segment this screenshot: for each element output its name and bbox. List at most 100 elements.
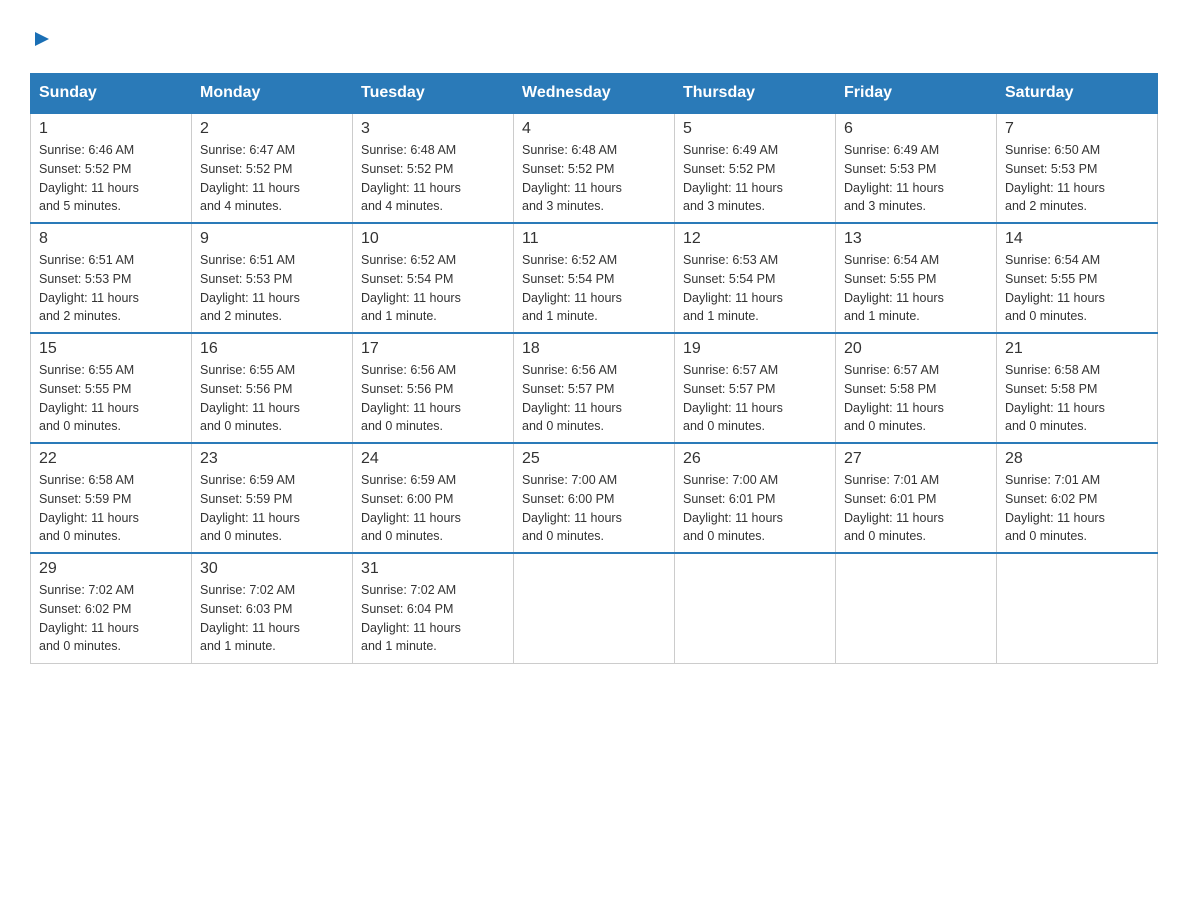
calendar-cell: 29 Sunrise: 7:02 AMSunset: 6:02 PMDayligh… [31,553,192,663]
calendar-week-row: 22 Sunrise: 6:58 AMSunset: 5:59 PMDayligh… [31,443,1158,553]
day-info: Sunrise: 6:51 AMSunset: 5:53 PMDaylight:… [39,251,183,326]
calendar-cell: 24 Sunrise: 6:59 AMSunset: 6:00 PMDayligh… [353,443,514,553]
calendar-cell: 12 Sunrise: 6:53 AMSunset: 5:54 PMDayligh… [675,223,836,333]
day-number: 20 [844,340,988,358]
calendar-cell: 1 Sunrise: 6:46 AMSunset: 5:52 PMDaylight… [31,113,192,223]
calendar-cell: 21 Sunrise: 6:58 AMSunset: 5:58 PMDayligh… [997,333,1158,443]
calendar-cell: 14 Sunrise: 6:54 AMSunset: 5:55 PMDayligh… [997,223,1158,333]
day-number: 18 [522,340,666,358]
col-header-monday: Monday [192,74,353,114]
day-number: 28 [1005,450,1149,468]
day-number: 22 [39,450,183,468]
day-info: Sunrise: 6:58 AMSunset: 5:59 PMDaylight:… [39,471,183,546]
col-header-tuesday: Tuesday [353,74,514,114]
day-number: 1 [39,120,183,138]
day-info: Sunrise: 6:46 AMSunset: 5:52 PMDaylight:… [39,141,183,216]
day-info: Sunrise: 6:53 AMSunset: 5:54 PMDaylight:… [683,251,827,326]
calendar-week-row: 29 Sunrise: 7:02 AMSunset: 6:02 PMDayligh… [31,553,1158,663]
col-header-sunday: Sunday [31,74,192,114]
day-number: 4 [522,120,666,138]
day-info: Sunrise: 6:52 AMSunset: 5:54 PMDaylight:… [361,251,505,326]
page-header [30,20,1158,53]
day-number: 16 [200,340,344,358]
col-header-friday: Friday [836,74,997,114]
day-info: Sunrise: 7:00 AMSunset: 6:00 PMDaylight:… [522,471,666,546]
day-number: 17 [361,340,505,358]
day-info: Sunrise: 6:58 AMSunset: 5:58 PMDaylight:… [1005,361,1149,436]
calendar-cell: 19Sunrise: 6:57 AMSunset: 5:57 PMDayligh… [675,333,836,443]
day-number: 8 [39,230,183,248]
calendar-cell [836,553,997,663]
day-info: Sunrise: 6:59 AMSunset: 6:00 PMDaylight:… [361,471,505,546]
day-info: Sunrise: 6:48 AMSunset: 5:52 PMDaylight:… [522,141,666,216]
day-info: Sunrise: 6:55 AMSunset: 5:55 PMDaylight:… [39,361,183,436]
calendar-cell: 18 Sunrise: 6:56 AMSunset: 5:57 PMDayligh… [514,333,675,443]
col-header-thursday: Thursday [675,74,836,114]
calendar-cell: 13 Sunrise: 6:54 AMSunset: 5:55 PMDayligh… [836,223,997,333]
logo-arrow-icon [33,30,51,53]
calendar-cell: 31 Sunrise: 7:02 AMSunset: 6:04 PMDayligh… [353,553,514,663]
day-info: Sunrise: 6:55 AMSunset: 5:56 PMDaylight:… [200,361,344,436]
day-info: Sunrise: 7:00 AMSunset: 6:01 PMDaylight:… [683,471,827,546]
day-number: 2 [200,120,344,138]
day-info: Sunrise: 6:52 AMSunset: 5:54 PMDaylight:… [522,251,666,326]
calendar-cell: 26 Sunrise: 7:00 AMSunset: 6:01 PMDayligh… [675,443,836,553]
day-info: Sunrise: 7:01 AMSunset: 6:02 PMDaylight:… [1005,471,1149,546]
day-number: 24 [361,450,505,468]
calendar-cell: 28 Sunrise: 7:01 AMSunset: 6:02 PMDayligh… [997,443,1158,553]
day-number: 6 [844,120,988,138]
calendar-cell: 22 Sunrise: 6:58 AMSunset: 5:59 PMDayligh… [31,443,192,553]
day-number: 10 [361,230,505,248]
day-info: Sunrise: 6:56 AMSunset: 5:56 PMDaylight:… [361,361,505,436]
day-number: 21 [1005,340,1149,358]
day-number: 26 [683,450,827,468]
day-info: Sunrise: 7:02 AMSunset: 6:04 PMDaylight:… [361,581,505,656]
day-number: 15 [39,340,183,358]
day-number: 12 [683,230,827,248]
calendar-cell: 16 Sunrise: 6:55 AMSunset: 5:56 PMDayligh… [192,333,353,443]
day-info: Sunrise: 6:54 AMSunset: 5:55 PMDaylight:… [1005,251,1149,326]
calendar-cell: 27Sunrise: 7:01 AMSunset: 6:01 PMDayligh… [836,443,997,553]
calendar-cell [675,553,836,663]
day-number: 13 [844,230,988,248]
day-number: 3 [361,120,505,138]
calendar-cell: 2 Sunrise: 6:47 AMSunset: 5:52 PMDaylight… [192,113,353,223]
day-info: Sunrise: 6:50 AMSunset: 5:53 PMDaylight:… [1005,141,1149,216]
day-info: Sunrise: 6:54 AMSunset: 5:55 PMDaylight:… [844,251,988,326]
calendar-cell: 3 Sunrise: 6:48 AMSunset: 5:52 PMDaylight… [353,113,514,223]
calendar-cell: 17 Sunrise: 6:56 AMSunset: 5:56 PMDayligh… [353,333,514,443]
calendar-table: SundayMondayTuesdayWednesdayThursdayFrid… [30,73,1158,664]
day-number: 5 [683,120,827,138]
day-info: Sunrise: 6:48 AMSunset: 5:52 PMDaylight:… [361,141,505,216]
day-info: Sunrise: 6:57 AMSunset: 5:57 PMDaylight:… [683,361,827,436]
calendar-cell: 5Sunrise: 6:49 AMSunset: 5:52 PMDaylight… [675,113,836,223]
day-info: Sunrise: 6:59 AMSunset: 5:59 PMDaylight:… [200,471,344,546]
day-info: Sunrise: 7:02 AMSunset: 6:03 PMDaylight:… [200,581,344,656]
day-number: 14 [1005,230,1149,248]
day-info: Sunrise: 6:49 AMSunset: 5:53 PMDaylight:… [844,141,988,216]
calendar-week-row: 8 Sunrise: 6:51 AMSunset: 5:53 PMDaylight… [31,223,1158,333]
day-number: 25 [522,450,666,468]
day-number: 31 [361,560,505,578]
calendar-cell [997,553,1158,663]
calendar-cell: 23Sunrise: 6:59 AMSunset: 5:59 PMDayligh… [192,443,353,553]
calendar-cell: 15 Sunrise: 6:55 AMSunset: 5:55 PMDayligh… [31,333,192,443]
col-header-wednesday: Wednesday [514,74,675,114]
calendar-cell: 6 Sunrise: 6:49 AMSunset: 5:53 PMDaylight… [836,113,997,223]
calendar-header-row: SundayMondayTuesdayWednesdayThursdayFrid… [31,74,1158,114]
day-info: Sunrise: 6:47 AMSunset: 5:52 PMDaylight:… [200,141,344,216]
day-number: 11 [522,230,666,248]
calendar-week-row: 1 Sunrise: 6:46 AMSunset: 5:52 PMDaylight… [31,113,1158,223]
logo [30,20,51,53]
calendar-cell: 9Sunrise: 6:51 AMSunset: 5:53 PMDaylight… [192,223,353,333]
calendar-week-row: 15 Sunrise: 6:55 AMSunset: 5:55 PMDayligh… [31,333,1158,443]
day-info: Sunrise: 6:51 AMSunset: 5:53 PMDaylight:… [200,251,344,326]
calendar-cell [514,553,675,663]
day-number: 30 [200,560,344,578]
day-info: Sunrise: 7:02 AMSunset: 6:02 PMDaylight:… [39,581,183,656]
calendar-cell: 8 Sunrise: 6:51 AMSunset: 5:53 PMDaylight… [31,223,192,333]
day-info: Sunrise: 6:57 AMSunset: 5:58 PMDaylight:… [844,361,988,436]
day-number: 29 [39,560,183,578]
calendar-cell: 20 Sunrise: 6:57 AMSunset: 5:58 PMDayligh… [836,333,997,443]
day-info: Sunrise: 6:56 AMSunset: 5:57 PMDaylight:… [522,361,666,436]
